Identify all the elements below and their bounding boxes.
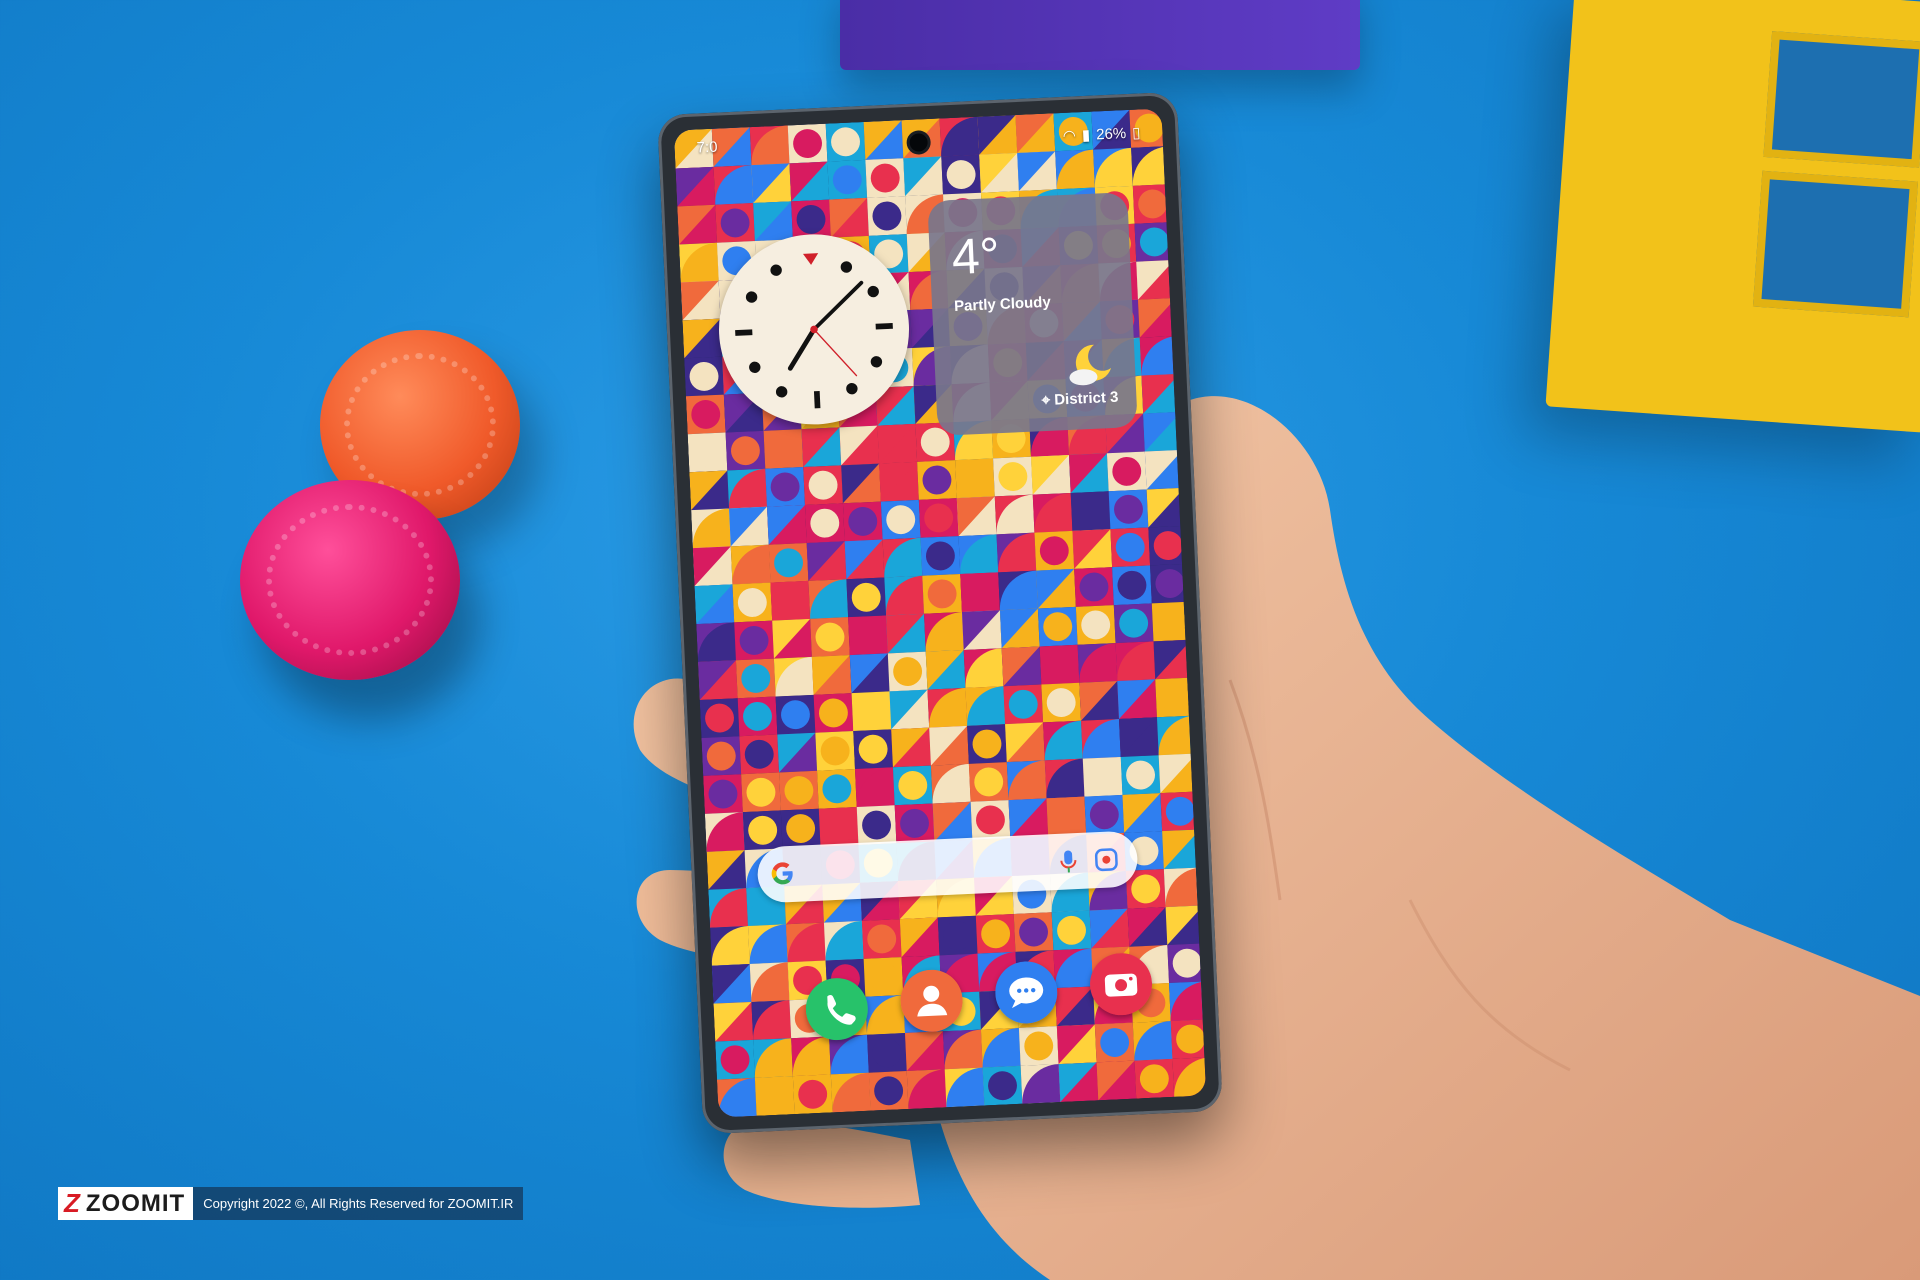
google-icon: [771, 862, 793, 885]
weather-temperature: 4°: [950, 226, 1001, 286]
home-screen: 7:0 ◠ ▮ 26% ▯ 4° Partly Cloudy ⌖ Distric…: [673, 108, 1207, 1118]
camera-app-icon[interactable]: [1089, 952, 1154, 1017]
zoomit-watermark: Z ZOOMIT Copyright 2022 ©, All Rights Re…: [58, 1187, 524, 1220]
smartphone: 7:0 ◠ ▮ 26% ▯ 4° Partly Cloudy ⌖ Distric…: [657, 91, 1223, 1135]
zoomit-logo: Z ZOOMIT: [58, 1187, 194, 1220]
yellow-house-prop: [1545, 0, 1920, 433]
weather-condition: Partly Cloudy: [953, 293, 1052, 316]
weather-location: ⌖ District 3: [1041, 388, 1119, 410]
photo-scene: 7:0 ◠ ▮ 26% ▯ 4° Partly Cloudy ⌖ Distric…: [0, 0, 1920, 1280]
messages-app-icon[interactable]: [994, 960, 1059, 1025]
status-time: 7:0: [696, 138, 718, 157]
copyright-notice: Copyright 2022 ©, All Rights Reserved fo…: [203, 1196, 514, 1211]
signal-icon: ▮: [1081, 126, 1091, 145]
weather-widget[interactable]: 4° Partly Cloudy ⌖ District 3: [927, 192, 1138, 436]
location-off-icon: ⌖: [1041, 391, 1051, 410]
wifi-icon: ◠: [1062, 127, 1077, 145]
analog-clock-widget[interactable]: [714, 230, 914, 429]
partly-cloudy-night-icon: [1069, 344, 1112, 386]
battery-level: 26%: [1095, 124, 1127, 143]
app-dock: [804, 953, 1167, 1055]
pink-yarn-ball: [240, 480, 460, 680]
purple-box-prop: [840, 0, 1360, 70]
voice-search-icon[interactable]: [1057, 848, 1080, 875]
phone-app-icon[interactable]: [804, 977, 869, 1042]
contacts-app-icon[interactable]: [899, 968, 964, 1033]
google-lens-icon[interactable]: [1093, 846, 1120, 873]
battery-icon: ▯: [1131, 124, 1141, 142]
